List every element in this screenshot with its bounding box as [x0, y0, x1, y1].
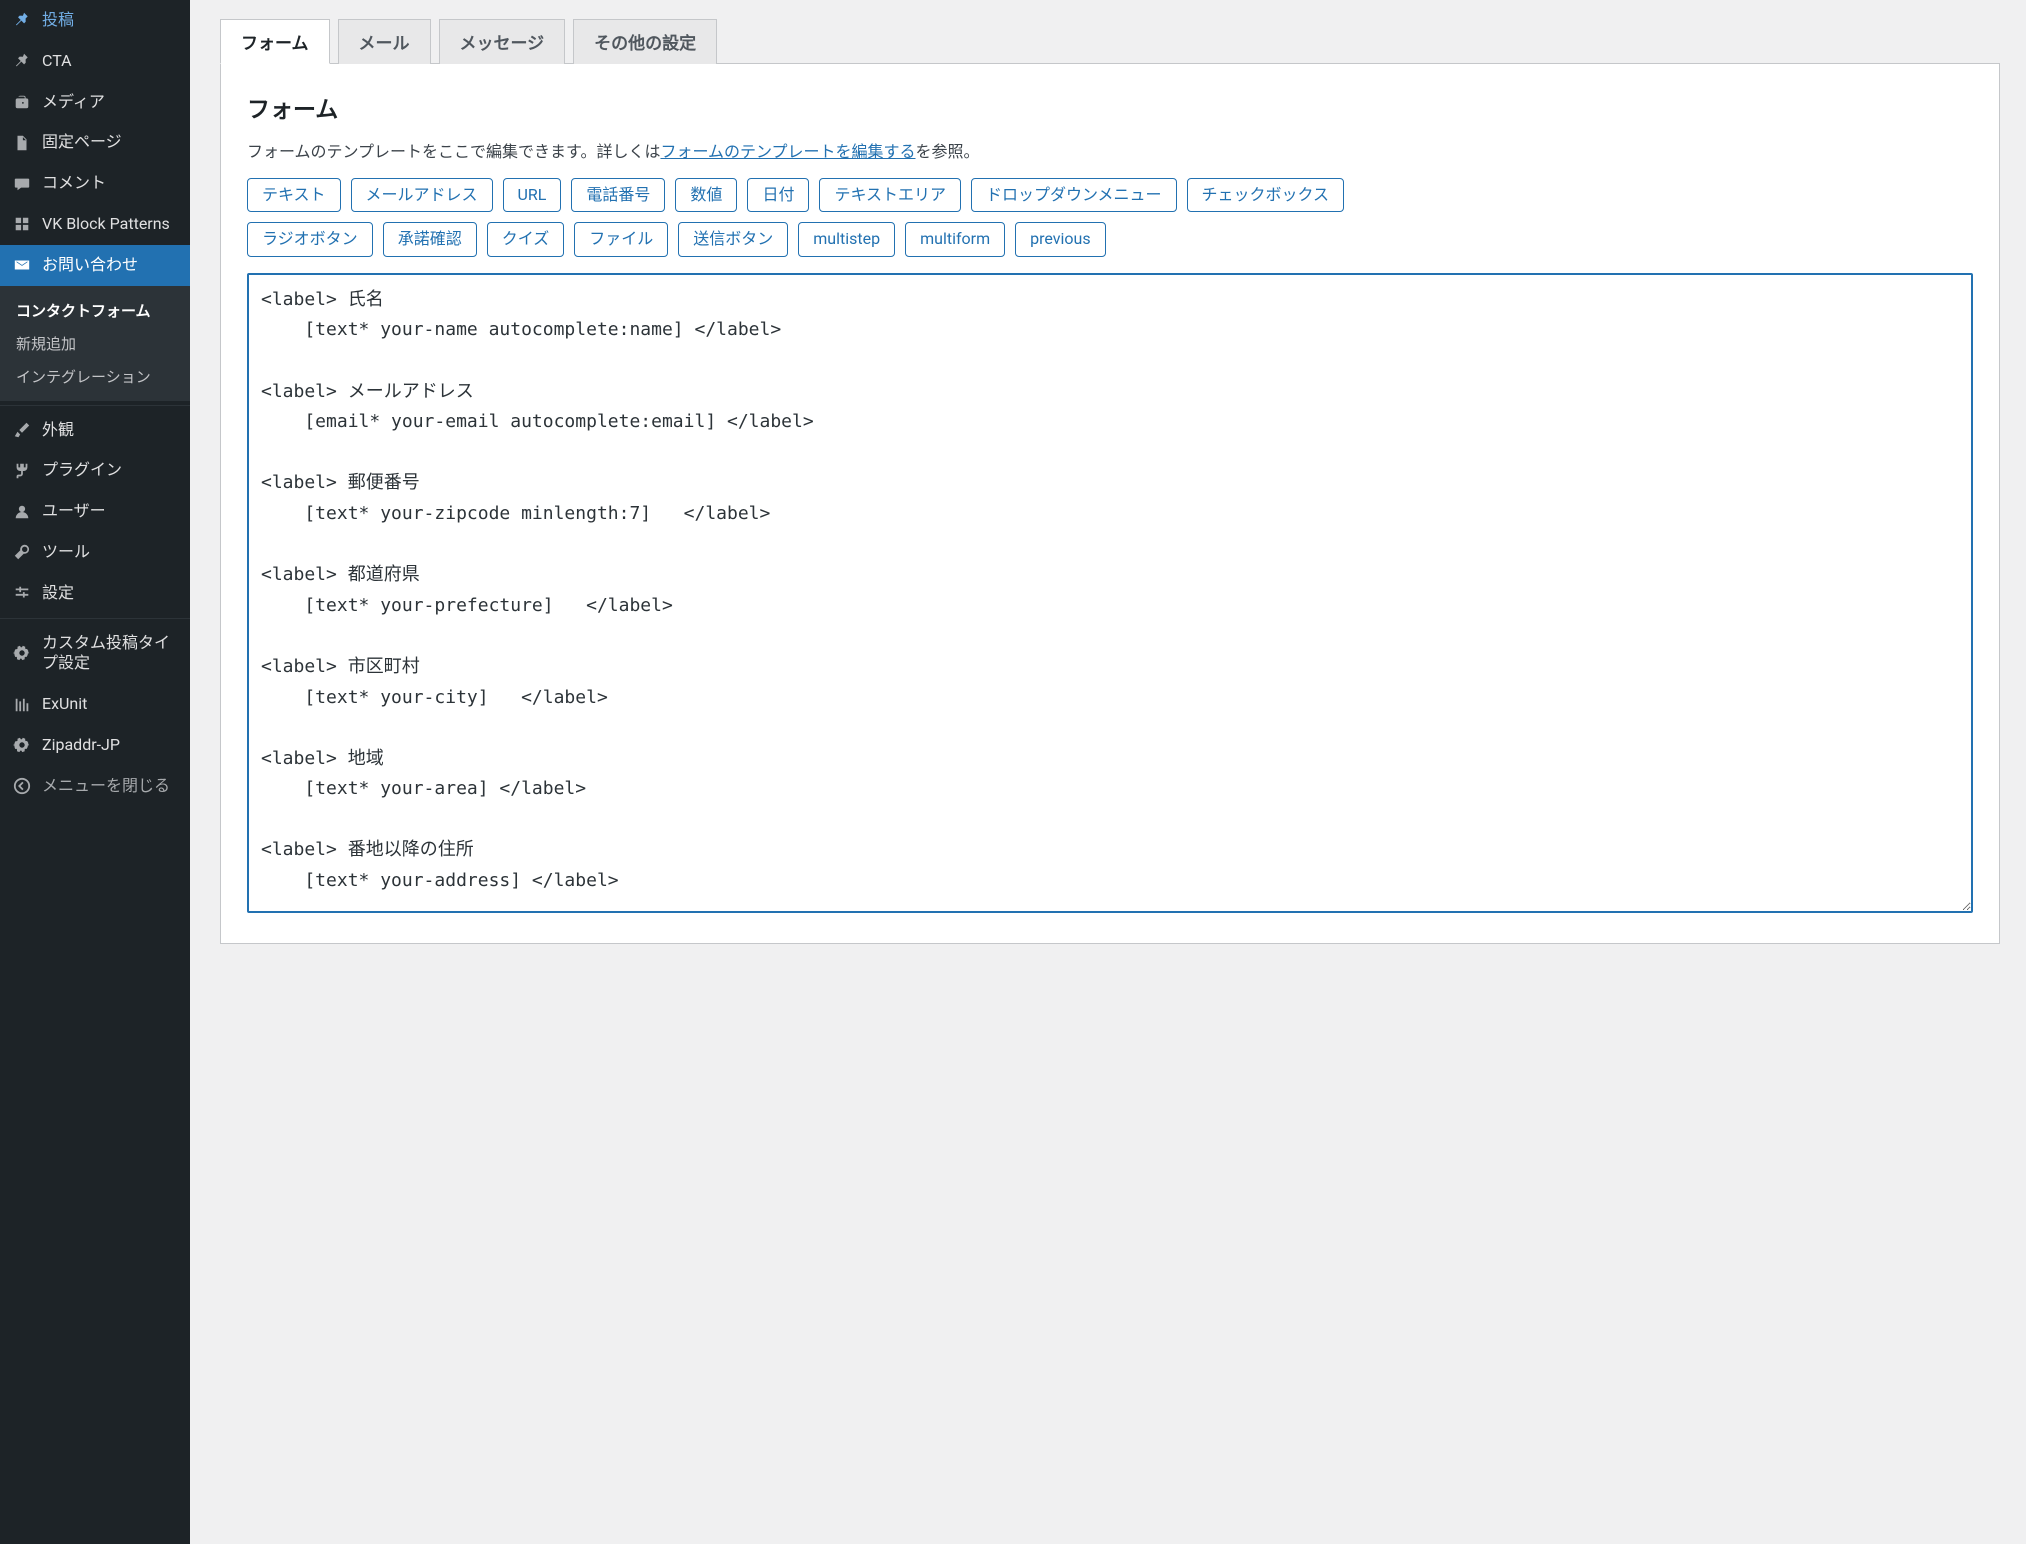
main-content: フォームメールメッセージその他の設定 フォーム フォームのテンプレートをここで編…	[190, 0, 2026, 1544]
sidebar-item-カスタム投稿タイプ設定[interactable]: カスタム投稿タイプ設定	[0, 623, 190, 685]
sidebar-item-label: 設定	[42, 583, 74, 604]
sidebar-item-設定[interactable]: 設定	[0, 573, 190, 614]
plug-icon	[12, 461, 32, 481]
sidebar-item-label: 投稿	[42, 10, 74, 31]
tag-button[interactable]: 承諾確認	[383, 222, 477, 256]
tag-button[interactable]: メールアドレス	[351, 178, 493, 212]
sidebar-item-label: CTA	[42, 51, 72, 72]
sidebar-item-exunit[interactable]: ExUnit	[0, 684, 190, 725]
brush-icon	[12, 420, 32, 440]
tab-メール[interactable]: メール	[338, 19, 431, 64]
pin-icon	[12, 51, 32, 71]
template-doc-link[interactable]: フォームのテンプレートを編集する	[660, 142, 915, 161]
sidebar-separator	[0, 614, 190, 619]
tag-button[interactable]: URL	[503, 178, 562, 212]
sidebar-item-プラグイン[interactable]: プラグイン	[0, 450, 190, 491]
user-icon	[12, 502, 32, 522]
form-template-textarea[interactable]	[247, 273, 1973, 913]
wrench-icon	[12, 542, 32, 562]
admin-sidebar: 投稿 CTA メディア固定ページコメント VK Block Patterns お問い合わ…	[0, 0, 190, 1544]
sidebar-item-zipaddr-jp[interactable]: Zipaddr-JP	[0, 725, 190, 766]
gear-icon	[12, 735, 32, 755]
sidebar-menu: 投稿 CTA メディア固定ページコメント VK Block Patterns お問い合わ…	[0, 0, 190, 807]
collapse-icon	[12, 776, 32, 796]
tag-button[interactable]: ドロップダウンメニュー	[971, 178, 1177, 212]
tag-button[interactable]: multiform	[905, 222, 1005, 256]
tag-generator-row-1: テキストメールアドレス URL 電話番号数値日付テキストエリアドロップダウンメニュー…	[247, 178, 1973, 212]
sidebar-item-label: カスタム投稿タイプ設定	[42, 633, 180, 675]
sidebar-subitem[interactable]: インテグレーション	[0, 360, 190, 393]
tag-button[interactable]: 送信ボタン	[678, 222, 788, 256]
sidebar-item-label: メディア	[42, 92, 105, 113]
sidebar-item-外観[interactable]: 外観	[0, 410, 190, 451]
sidebar-item-label: Zipaddr-JP	[42, 735, 120, 756]
tab-その他の設定[interactable]: その他の設定	[573, 19, 717, 64]
pin-icon	[12, 10, 32, 30]
page-icon	[12, 133, 32, 153]
tag-button[interactable]: チェックボックス	[1187, 178, 1345, 212]
tag-button[interactable]: テキストエリア	[819, 178, 961, 212]
panel-heading: フォーム	[247, 90, 1973, 124]
sidebar-item-label: プラグイン	[42, 460, 122, 481]
sidebar-item-label: ExUnit	[42, 694, 87, 715]
sidebar-item-cta[interactable]: CTA	[0, 41, 190, 82]
sidebar-submenu: コンタクトフォーム新規追加インテグレーション	[0, 286, 190, 401]
sidebar-item-固定ページ[interactable]: 固定ページ	[0, 122, 190, 163]
tag-button[interactable]: 電話番号	[571, 178, 665, 212]
tag-button[interactable]: ファイル	[574, 222, 668, 256]
tag-generator-row-2: ラジオボタン承諾確認クイズファイル送信ボタン multistep multiform…	[247, 222, 1973, 256]
sidebar-separator	[0, 401, 190, 406]
tag-button[interactable]: multistep	[798, 222, 895, 256]
sidebar-item-コメント[interactable]: コメント	[0, 163, 190, 204]
exunit-icon	[12, 695, 32, 715]
mail-icon	[12, 255, 32, 275]
sidebar-item-label: メニューを閉じる	[42, 776, 170, 797]
sidebar-item-label: 外観	[42, 420, 74, 441]
sidebar-item-ユーザー[interactable]: ユーザー	[0, 491, 190, 532]
tag-button[interactable]: ラジオボタン	[247, 222, 373, 256]
form-panel: フォーム フォームのテンプレートをここで編集できます。詳しくはフォームのテンプレ…	[220, 63, 2000, 944]
tag-button[interactable]: 日付	[747, 178, 809, 212]
sidebar-item-label: VK Block Patterns	[42, 214, 170, 235]
tab-メッセージ[interactable]: メッセージ	[439, 19, 566, 64]
sidebar-item-label: コメント	[42, 173, 106, 194]
tag-button[interactable]: クイズ	[487, 222, 565, 256]
gear-icon	[12, 643, 32, 663]
sidebar-item-label: ユーザー	[42, 501, 106, 522]
tag-button[interactable]: previous	[1015, 222, 1105, 256]
tag-button[interactable]: 数値	[675, 178, 737, 212]
tag-button[interactable]: テキスト	[247, 178, 341, 212]
sidebar-item-label: ツール	[42, 542, 90, 563]
sidebar-item-投稿[interactable]: 投稿	[0, 0, 190, 41]
sidebar-item-vk-block-patterns[interactable]: VK Block Patterns	[0, 204, 190, 245]
panel-description: フォームのテンプレートをここで編集できます。詳しくはフォームのテンプレートを編集…	[247, 138, 1973, 162]
sidebar-item-メニューを閉じる[interactable]: メニューを閉じる	[0, 766, 190, 807]
sidebar-item-label: お問い合わせ	[42, 255, 138, 276]
sidebar-subitem[interactable]: コンタクトフォーム	[0, 294, 190, 327]
editor-tabs: フォームメールメッセージその他の設定	[220, 18, 2000, 63]
sidebar-item-メディア[interactable]: メディア	[0, 82, 190, 123]
sliders-icon	[12, 583, 32, 603]
sidebar-item-お問い合わせ[interactable]: お問い合わせ	[0, 245, 190, 286]
tab-フォーム[interactable]: フォーム	[220, 19, 330, 64]
grid-icon	[12, 214, 32, 234]
comment-icon	[12, 174, 32, 194]
media-icon	[12, 92, 32, 112]
sidebar-item-label: 固定ページ	[42, 132, 122, 153]
sidebar-subitem[interactable]: 新規追加	[0, 327, 190, 360]
sidebar-item-ツール[interactable]: ツール	[0, 532, 190, 573]
